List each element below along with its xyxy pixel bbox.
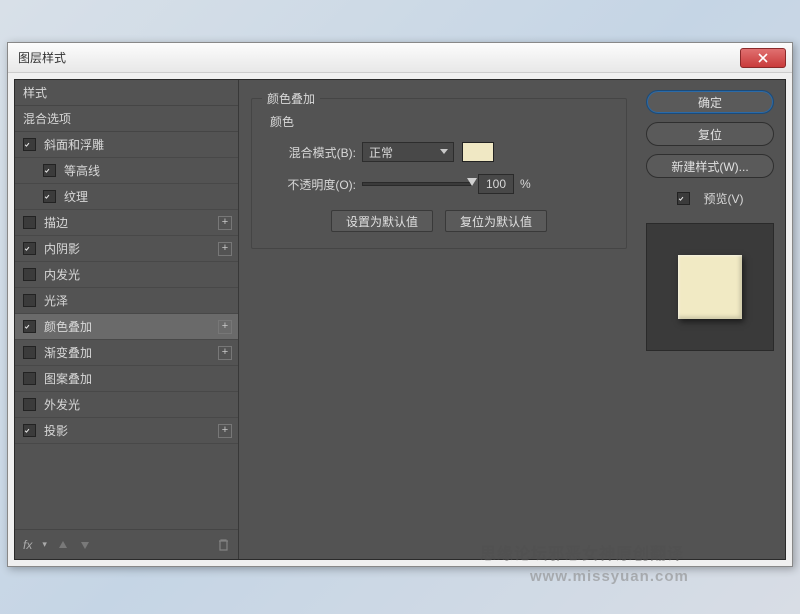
ok-button[interactable]: 确定: [646, 90, 774, 114]
effect-row-5[interactable]: 内发光: [15, 262, 238, 288]
effect-row-11[interactable]: 投影 +: [15, 418, 238, 444]
color-overlay-group: 颜色叠加 颜色 混合模式(B): 正常 不透明度(O): %: [251, 98, 627, 249]
action-panel: 确定 复位 新建样式(W)... 预览(V): [639, 80, 785, 559]
chevron-down-icon: [440, 149, 448, 154]
watermark-text: 思缘论坛邪恶女神原创翻译: [480, 540, 684, 564]
blend-mode-select[interactable]: 正常: [362, 142, 454, 162]
close-button[interactable]: [740, 48, 786, 68]
arrow-up-icon[interactable]: [57, 539, 69, 551]
effect-row-6[interactable]: 光泽: [15, 288, 238, 314]
preview-toggle-row[interactable]: 预览(V): [677, 190, 744, 207]
color-swatch[interactable]: [462, 142, 494, 162]
effect-checkbox[interactable]: [23, 294, 36, 307]
effects-sidebar: 样式 混合选项 斜面和浮雕等高线纹理描边 + 内阴影 + 内发光光泽颜色叠加 + 渐变叠加 +…: [15, 80, 239, 559]
sidebar-header-styles[interactable]: 样式: [15, 80, 238, 106]
plus-icon[interactable]: +: [218, 320, 232, 334]
sidebar-header-blend[interactable]: 混合选项: [15, 106, 238, 132]
opacity-label: 不透明度(O):: [266, 176, 362, 193]
effect-row-0[interactable]: 斜面和浮雕: [15, 132, 238, 158]
effect-label: 等高线: [64, 162, 100, 179]
effect-label: 颜色叠加: [44, 318, 92, 335]
default-buttons-row: 设置为默认值 复位为默认值: [266, 210, 612, 232]
effect-checkbox[interactable]: [23, 216, 36, 229]
effect-checkbox[interactable]: [43, 190, 56, 203]
opacity-input[interactable]: [478, 174, 514, 194]
effect-row-4[interactable]: 内阴影 +: [15, 236, 238, 262]
window-title: 图层样式: [18, 49, 740, 66]
effect-label: 斜面和浮雕: [44, 136, 104, 153]
effect-label: 纹理: [64, 188, 88, 205]
new-style-button[interactable]: 新建样式(W)...: [646, 154, 774, 178]
titlebar[interactable]: 图层样式: [8, 43, 792, 73]
effect-label: 外发光: [44, 396, 80, 413]
plus-icon[interactable]: +: [218, 346, 232, 360]
close-icon: [758, 53, 768, 63]
color-sublabel: 颜色: [270, 113, 612, 130]
effect-label: 渐变叠加: [44, 344, 92, 361]
effect-row-1[interactable]: 等高线: [15, 158, 238, 184]
slider-thumb-icon[interactable]: [467, 178, 477, 186]
watermark-url: www.missyuan.com: [530, 568, 689, 585]
effect-label: 描边: [44, 214, 68, 231]
effect-checkbox[interactable]: [23, 346, 36, 359]
effect-row-10[interactable]: 外发光: [15, 392, 238, 418]
layer-style-dialog: 图层样式 样式 混合选项 斜面和浮雕等高线纹理描边+内阴影+内发光光泽颜色叠加+…: [7, 42, 793, 567]
effect-checkbox[interactable]: [43, 164, 56, 177]
trash-icon[interactable]: [217, 538, 230, 552]
effect-label: 光泽: [44, 292, 68, 309]
blend-mode-value: 正常: [369, 144, 393, 161]
plus-icon[interactable]: +: [218, 242, 232, 256]
effect-label: 内阴影: [44, 240, 80, 257]
effect-checkbox[interactable]: [23, 138, 36, 151]
arrow-down-icon[interactable]: [79, 539, 91, 551]
preview-swatch: [678, 255, 742, 319]
effect-row-7[interactable]: 颜色叠加 +: [15, 314, 238, 340]
effect-checkbox[interactable]: [23, 424, 36, 437]
blend-mode-label: 混合模式(B):: [266, 144, 362, 161]
cancel-button[interactable]: 复位: [646, 122, 774, 146]
preview-box: [646, 223, 774, 351]
effect-checkbox[interactable]: [23, 320, 36, 333]
effect-label: 图案叠加: [44, 370, 92, 387]
effect-row-8[interactable]: 渐变叠加 +: [15, 340, 238, 366]
effect-row-9[interactable]: 图案叠加: [15, 366, 238, 392]
make-default-button[interactable]: 设置为默认值: [331, 210, 433, 232]
opacity-row: 不透明度(O): %: [266, 172, 612, 196]
effect-row-3[interactable]: 描边 +: [15, 210, 238, 236]
plus-icon[interactable]: +: [218, 216, 232, 230]
effect-checkbox[interactable]: [23, 242, 36, 255]
plus-icon[interactable]: +: [218, 424, 232, 438]
settings-panel: 颜色叠加 颜色 混合模式(B): 正常 不透明度(O): %: [239, 80, 639, 559]
fx-menu-icon[interactable]: fx: [23, 538, 32, 552]
preview-checkbox[interactable]: [677, 192, 690, 205]
group-title: 颜色叠加: [262, 90, 320, 107]
opacity-slider[interactable]: [362, 182, 472, 186]
sidebar-footer: fx ▾: [15, 529, 238, 559]
dialog-body: 样式 混合选项 斜面和浮雕等高线纹理描边+内阴影+内发光光泽颜色叠加+渐变叠加+…: [14, 79, 786, 560]
reset-default-button[interactable]: 复位为默认值: [445, 210, 547, 232]
effect-label: 内发光: [44, 266, 80, 283]
effect-row-2[interactable]: 纹理: [15, 184, 238, 210]
effect-checkbox[interactable]: [23, 268, 36, 281]
preview-label: 预览(V): [704, 190, 744, 207]
blend-mode-row: 混合模式(B): 正常: [266, 140, 612, 164]
effect-label: 投影: [44, 422, 68, 439]
effect-checkbox[interactable]: [23, 398, 36, 411]
opacity-unit: %: [520, 177, 531, 191]
effect-checkbox[interactable]: [23, 372, 36, 385]
